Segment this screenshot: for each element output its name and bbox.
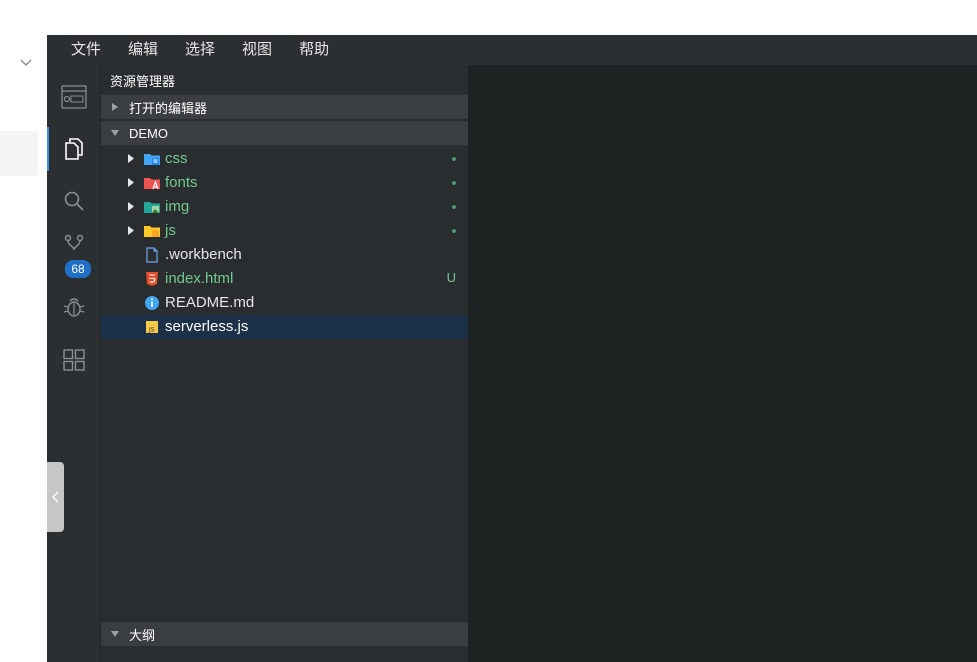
chevron-down-icon[interactable]	[19, 55, 33, 69]
search-icon	[64, 191, 84, 211]
tree-item-serverless-js[interactable]: JS serverless.js	[101, 315, 468, 339]
menu-bar: 文件 编辑 选择 视图 帮助	[47, 35, 977, 65]
menu-selection[interactable]: 选择	[171, 35, 228, 65]
search-button[interactable]	[47, 179, 100, 223]
open-editors-section[interactable]: 打开的编辑器	[101, 95, 468, 119]
chevron-right-icon	[128, 154, 134, 163]
js-file-icon: JS	[146, 321, 158, 334]
menu-edit[interactable]: 编辑	[114, 35, 171, 65]
menu-view[interactable]: 视图	[228, 35, 285, 65]
html5-icon	[146, 272, 158, 286]
tree-item-label: fonts	[165, 174, 198, 191]
chevron-down-icon	[111, 130, 119, 136]
css-folder-icon	[144, 154, 160, 165]
menu-file[interactable]: 文件	[57, 35, 114, 65]
debug-icon	[63, 298, 84, 317]
chevron-left-icon	[52, 491, 59, 503]
tree-item-label: .workbench	[165, 246, 242, 263]
modified-dot	[452, 157, 456, 161]
activity-bar: 68	[47, 65, 100, 662]
explorer-button[interactable]	[47, 127, 100, 171]
tree-item-readme[interactable]: README.md	[101, 291, 468, 315]
file-tree: css fonts img js .workbench index.html U…	[101, 147, 468, 339]
preview-icon	[60, 85, 87, 109]
workspace-section[interactable]: DEMO	[101, 121, 468, 145]
tree-item-js[interactable]: js	[101, 219, 468, 243]
tree-item-workbench[interactable]: .workbench	[101, 243, 468, 267]
section-label: DEMO	[129, 125, 168, 141]
info-icon	[145, 296, 159, 310]
host-selected-item[interactable]	[0, 131, 38, 176]
tree-item-label: js	[165, 222, 176, 239]
extensions-icon	[62, 349, 85, 371]
modified-dot	[452, 181, 456, 185]
scm-count-badge: 68	[64, 259, 92, 279]
tree-item-img[interactable]: img	[101, 195, 468, 219]
tree-item-fonts[interactable]: fonts	[101, 171, 468, 195]
tree-item-label: index.html	[165, 270, 234, 287]
file-icon	[146, 247, 158, 263]
explorer-sidebar: 资源管理器 打开的编辑器 DEMO css fonts img js .work…	[100, 65, 469, 662]
fonts-folder-icon	[144, 178, 160, 190]
tree-item-label: img	[165, 198, 190, 215]
untracked-status: U	[446, 270, 456, 285]
menu-help[interactable]: 帮助	[285, 35, 342, 65]
tree-item-label: serverless.js	[165, 318, 249, 335]
preview-button[interactable]	[47, 75, 100, 119]
chevron-right-icon	[112, 103, 118, 111]
debug-button[interactable]	[47, 285, 100, 329]
explorer-icon	[64, 138, 83, 160]
editor-area[interactable]	[468, 65, 977, 662]
host-page-strip	[0, 0, 47, 662]
svg-text:JS: JS	[148, 327, 155, 334]
chevron-down-icon	[111, 631, 119, 637]
source-control-icon	[64, 234, 83, 251]
tree-item-index-html[interactable]: index.html U	[101, 267, 468, 291]
chevron-right-icon	[128, 226, 134, 235]
chevron-right-icon	[128, 202, 134, 211]
ide-window: 文件 编辑 选择 视图 帮助 68 资源管理器 打开的编辑器 DEMO css …	[47, 35, 977, 662]
extensions-button[interactable]	[47, 338, 100, 382]
tree-item-label: css	[165, 150, 188, 167]
sidebar-title: 资源管理器	[110, 74, 176, 89]
modified-dot	[452, 229, 456, 233]
tree-item-css[interactable]: css	[101, 147, 468, 171]
modified-dot	[452, 205, 456, 209]
source-control-button[interactable]: 68	[47, 229, 100, 279]
tree-item-label: README.md	[165, 294, 255, 311]
outline-section[interactable]: 大纲	[101, 622, 468, 646]
chevron-right-icon	[128, 178, 134, 187]
img-folder-icon	[144, 202, 160, 213]
section-label: 大纲	[129, 627, 156, 643]
js-folder-icon	[144, 226, 160, 237]
section-label: 打开的编辑器	[129, 100, 208, 116]
collapse-panel-button[interactable]	[47, 462, 64, 532]
